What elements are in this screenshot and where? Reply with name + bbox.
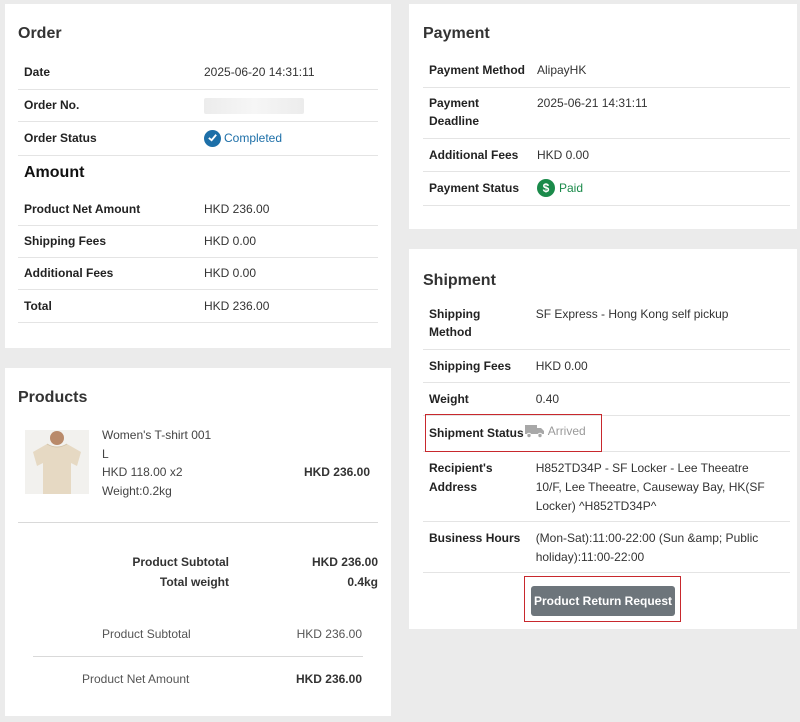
order-date-value: 2025-06-20 14:31:11 xyxy=(198,56,378,90)
products-divider xyxy=(18,522,378,523)
order-date-label: Date xyxy=(18,56,198,90)
amount-additional-value: HKD 0.00 xyxy=(198,257,378,290)
shipment-row-weight: Weight 0.40 xyxy=(423,382,790,416)
shipment-hours-value: (Mon-Sat):11:00-22:00 (Sun &amp; Public … xyxy=(529,521,790,573)
return-button-highlight xyxy=(524,576,681,622)
order-row-status: Order Status Completed xyxy=(18,121,378,156)
amount-title: Amount xyxy=(24,164,85,181)
order-status-badge: Completed xyxy=(204,129,282,147)
check-circle-icon xyxy=(204,129,221,147)
payment-additional-value: HKD 0.00 xyxy=(531,138,790,172)
payment-method-value: AlipayHK xyxy=(531,54,790,88)
payment-row-status: Payment Status $ Paid xyxy=(423,171,790,206)
order-row-number: Order No. xyxy=(18,89,378,122)
summary-weight-value: 0.4kg xyxy=(347,575,378,589)
shipment-weight-value: 0.40 xyxy=(529,382,790,416)
shipment-weight-label: Weight xyxy=(423,382,530,416)
payment-status-label: Payment Status xyxy=(423,171,531,206)
product-weight: Weight:0.2kg xyxy=(102,484,172,498)
payment-status-badge: $ Paid xyxy=(537,179,583,197)
shipment-row-address: Recipient's Address H852TD34P - SF Locke… xyxy=(423,451,790,522)
shipment-address-value: H852TD34P - SF Locker - Lee Theeatre 10/… xyxy=(529,451,790,522)
amount-row-total: Total HKD 236.00 xyxy=(18,289,378,323)
payment-row-method: Payment Method AlipayHK xyxy=(423,54,790,88)
payment-deadline-value: 2025-06-21 14:31:11 xyxy=(531,87,790,139)
shipment-row-hours: Business Hours (Mon-Sat):11:00-22:00 (Su… xyxy=(423,521,790,573)
product-name[interactable]: Women's T-shirt 001 xyxy=(102,428,211,442)
amount-additional-label: Additional Fees xyxy=(18,257,198,290)
summary-weight-label: Total weight xyxy=(159,575,229,589)
shipment-hours-label: Business Hours xyxy=(423,521,530,573)
summary-subtotal-value: HKD 236.00 xyxy=(311,555,378,569)
order-title: Order xyxy=(18,25,62,42)
amount-row-net: Product Net Amount HKD 236.00 xyxy=(18,193,378,226)
shipment-fees-label: Shipping Fees xyxy=(423,349,530,383)
payment-row-additional: Additional Fees HKD 0.00 xyxy=(423,138,790,172)
amount-row-additional: Additional Fees HKD 0.00 xyxy=(18,257,378,290)
order-table: Date 2025-06-20 14:31:11 Order No. Order… xyxy=(18,56,378,156)
summary2-net-value: HKD 236.00 xyxy=(295,672,362,686)
payment-method-label: Payment Method xyxy=(423,54,531,88)
payment-table: Payment Method AlipayHK Payment Deadline… xyxy=(423,54,790,206)
summary2-net-label: Product Net Amount xyxy=(82,672,190,686)
shipment-row-fees: Shipping Fees HKD 0.00 xyxy=(423,349,790,383)
shipment-fees-value: HKD 0.00 xyxy=(529,349,790,383)
order-status-label: Order Status xyxy=(18,121,198,156)
product-thumbnail[interactable] xyxy=(25,430,89,494)
order-number-redacted xyxy=(204,97,304,114)
amount-row-shipping: Shipping Fees HKD 0.00 xyxy=(18,225,378,258)
products-title: Products xyxy=(18,389,88,406)
summary2-subtotal-label: Product Subtotal xyxy=(102,627,191,641)
shipment-method-label: Shipping Method xyxy=(423,297,530,350)
shipment-title: Shipment xyxy=(423,272,496,289)
tshirt-image-icon xyxy=(25,430,89,494)
amount-shipping-value: HKD 0.00 xyxy=(198,225,378,258)
payment-deadline-label: Payment Deadline xyxy=(423,87,531,139)
shipment-address-label: Recipient's Address xyxy=(423,451,530,522)
amount-total-value: HKD 236.00 xyxy=(198,289,378,323)
summary2-subtotal-value: HKD 236.00 xyxy=(296,627,362,641)
order-number-label: Order No. xyxy=(18,89,198,122)
payment-card: Payment Payment Method AlipayHK Payment … xyxy=(409,4,797,229)
shipment-method-value: SF Express - Hong Kong self pickup xyxy=(529,297,790,350)
payment-status-value: Paid xyxy=(559,181,584,195)
amount-table: Product Net Amount HKD 236.00 Shipping F… xyxy=(18,193,378,323)
payment-title: Payment xyxy=(423,25,490,42)
summary-subtotal-label: Product Subtotal xyxy=(132,555,229,569)
amount-net-label: Product Net Amount xyxy=(18,193,198,226)
order-row-date: Date 2025-06-20 14:31:11 xyxy=(18,56,378,90)
product-size: L xyxy=(102,447,109,461)
shipment-row-method: Shipping Method SF Express - Hong Kong s… xyxy=(423,297,790,350)
dollar-circle-icon: $ xyxy=(537,179,555,197)
payment-additional-label: Additional Fees xyxy=(423,138,531,172)
shipment-status-highlight xyxy=(425,414,602,452)
amount-net-value: HKD 236.00 xyxy=(198,193,378,226)
summary2-divider xyxy=(33,656,363,657)
amount-total-label: Total xyxy=(18,289,198,323)
product-price-qty: HKD 118.00 x2 xyxy=(102,465,183,479)
payment-row-deadline: Payment Deadline 2025-06-21 14:31:11 xyxy=(423,87,790,139)
products-card: Products Women's T-shirt 001 L HKD 118.0… xyxy=(5,368,391,716)
order-status-value: Completed xyxy=(224,131,283,146)
amount-shipping-label: Shipping Fees xyxy=(18,225,198,258)
order-card: Order Date 2025-06-20 14:31:11 Order No.… xyxy=(5,4,391,348)
product-line-total: HKD 236.00 xyxy=(303,465,370,479)
